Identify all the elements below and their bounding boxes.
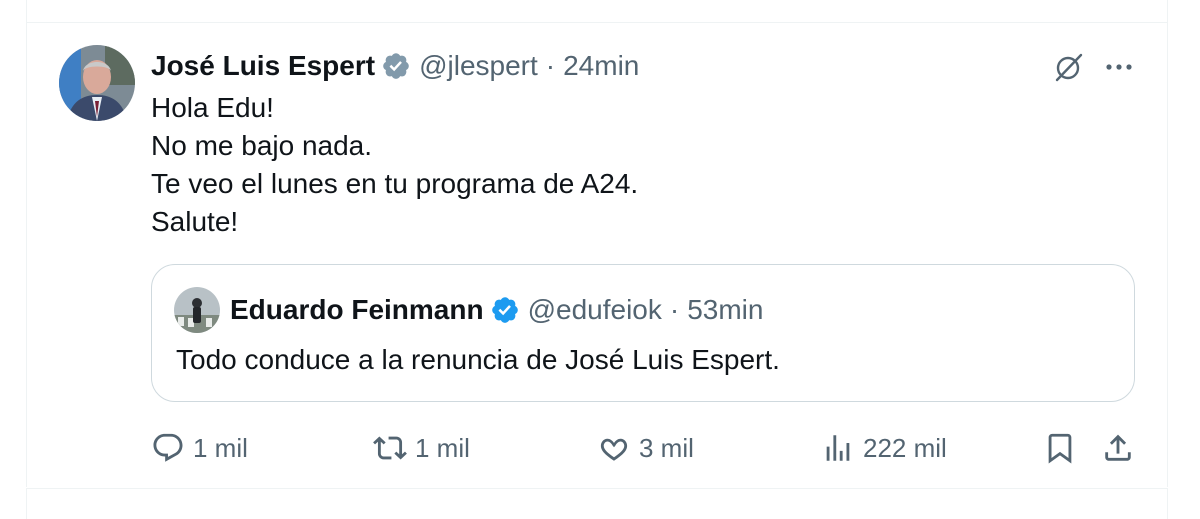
- views-button[interactable]: 222 mil: [821, 431, 947, 465]
- quoted-tweet-timestamp[interactable]: 53min: [687, 294, 763, 326]
- quoted-author-handle[interactable]: @edufeiok: [528, 294, 662, 326]
- views-icon: [826, 435, 850, 461]
- reply-count: 1 mil: [193, 432, 248, 463]
- share-icon[interactable]: [1101, 431, 1135, 465]
- tweet-text-line: No me bajo nada.: [151, 130, 373, 161]
- tweet-actions-bar: 1 mil 1 mil 3 mil 222 mil: [27, 423, 1167, 473]
- quoted-header-separator: ·: [669, 294, 680, 325]
- verified-badge-icon: [383, 53, 409, 79]
- author-handle[interactable]: @jlespert: [419, 50, 538, 82]
- like-count: 3 mil: [639, 432, 694, 463]
- like-icon: [600, 438, 628, 461]
- tweet-text-line: Hola Edu!: [151, 92, 274, 123]
- repost-count: 1 mil: [415, 432, 470, 463]
- quoted-tweet[interactable]: Eduardo Feinmann @edufeiok · 53min Todo …: [151, 264, 1135, 402]
- author-name[interactable]: José Luis Espert: [151, 50, 375, 82]
- grok-icon[interactable]: [1051, 50, 1085, 84]
- tweet[interactable]: José Luis Espert @jlespert · 24min Hola …: [26, 23, 1168, 487]
- verified-badge-icon: [491, 297, 518, 323]
- header-separator: ·: [545, 50, 556, 81]
- author-avatar[interactable]: [59, 45, 135, 121]
- previous-tweet-frame: [26, 0, 1168, 23]
- bookmark-icon[interactable]: [1043, 431, 1077, 465]
- tweet-text: Hola Edu! No me bajo nada. Te veo el lun…: [151, 89, 638, 241]
- quoted-tweet-header: Eduardo Feinmann @edufeiok · 53min: [230, 293, 763, 327]
- quoted-author-name[interactable]: Eduardo Feinmann: [230, 294, 484, 326]
- tweet-text-line: Salute!: [151, 206, 239, 237]
- tweet-text-line: Te veo el lunes en tu programa de A24.: [151, 168, 639, 199]
- quoted-tweet-text: Todo conduce a la renuncia de José Luis …: [176, 344, 780, 375]
- next-tweet-frame: [26, 488, 1168, 519]
- reply-icon: [153, 433, 183, 462]
- tweet-header: José Luis Espert @jlespert · 24min: [151, 49, 639, 83]
- quoted-author-avatar[interactable]: [174, 287, 220, 333]
- reply-button[interactable]: 1 mil: [151, 431, 248, 465]
- tweet-timestamp[interactable]: 24min: [563, 50, 639, 82]
- like-button[interactable]: 3 mil: [597, 431, 694, 465]
- repost-icon: [373, 436, 407, 460]
- repost-button[interactable]: 1 mil: [373, 431, 470, 465]
- more-icon[interactable]: [1099, 50, 1139, 84]
- views-count: 222 mil: [863, 432, 947, 463]
